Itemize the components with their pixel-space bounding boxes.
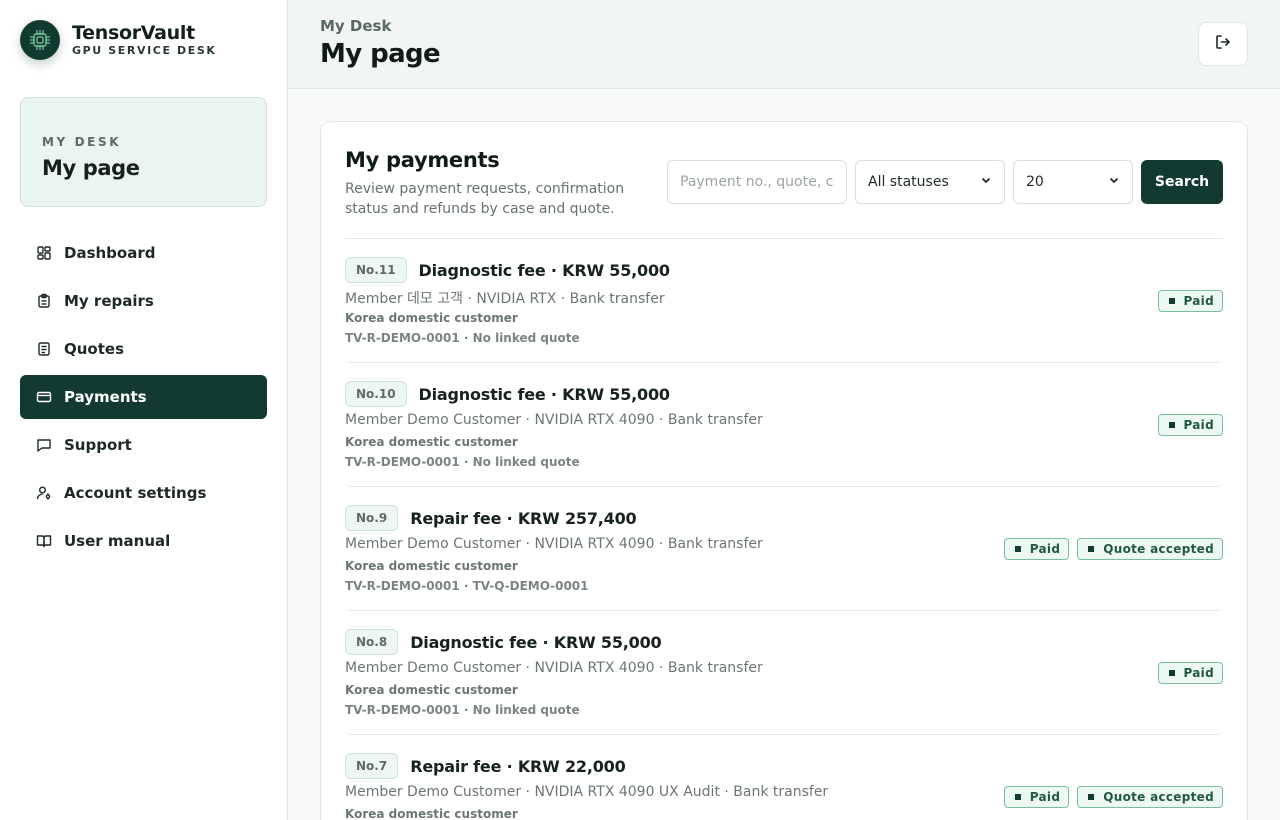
dashboard-icon — [36, 245, 52, 261]
panel-title: My payments — [345, 148, 500, 172]
payment-references: TV-R-DEMO-0001 · No linked quote — [345, 455, 580, 469]
payments-panel: My payments Review payment requests, con… — [320, 121, 1248, 820]
page-title: My page — [320, 39, 441, 69]
payment-title[interactable]: Diagnostic fee · KRW 55,000 — [419, 261, 670, 280]
status-badge: Paid — [1003, 786, 1070, 808]
chat-icon — [36, 437, 52, 453]
status-badge: Paid — [1157, 662, 1223, 684]
sidebar-item-label: Payments — [64, 388, 147, 406]
sidebar-item-account-settings[interactable]: Account settings — [20, 471, 267, 515]
payment-references: TV-R-DEMO-0001 · TV-Q-DEMO-0001 — [345, 579, 589, 593]
payment-references: TV-R-DEMO-0001 · No linked quote — [345, 331, 580, 345]
sidebar-item-label: Account settings — [64, 484, 207, 502]
payment-title[interactable]: Repair fee · KRW 257,400 — [410, 509, 636, 528]
status-badge: Paid — [1003, 538, 1070, 560]
payment-number-badge: No.8 — [345, 629, 399, 655]
book-icon — [36, 533, 52, 549]
status-badge: Paid — [1157, 414, 1223, 436]
payment-row[interactable]: No.7 Repair fee · KRW 22,000 Member Demo… — [345, 735, 1223, 820]
payment-customer-type: Korea domestic customer — [345, 559, 518, 573]
payment-customer-type: Korea domestic customer — [345, 311, 518, 325]
clipboard-icon — [36, 293, 52, 309]
payment-meta: Member Demo Customer · NVIDIA RTX 4090 ·… — [345, 412, 763, 428]
payment-meta: Member Demo Customer · NVIDIA RTX 4090 U… — [345, 784, 829, 800]
brand-subtitle: GPU SERVICE DESK — [72, 44, 217, 57]
payment-customer-type: Korea domestic customer — [345, 807, 518, 820]
credit-card-icon — [36, 389, 52, 405]
sidebar-item-label: Support — [64, 436, 132, 454]
sidebar: TensorVault GPU SERVICE DESK MY DESK My … — [0, 0, 288, 820]
sidebar-item-payments[interactable]: Payments — [20, 375, 267, 419]
payment-title[interactable]: Diagnostic fee · KRW 55,000 — [410, 633, 661, 652]
status-badge-label: Paid — [1183, 294, 1214, 308]
payment-number-badge: No.10 — [345, 381, 407, 407]
payment-meta: Member Demo Customer · NVIDIA RTX 4090 ·… — [345, 536, 763, 552]
payment-list: No.11 Diagnostic fee · KRW 55,000 Member… — [345, 239, 1223, 820]
status-badge-label: Quote accepted — [1103, 542, 1214, 556]
brand[interactable]: TensorVault GPU SERVICE DESK — [20, 20, 216, 60]
payment-number-badge: No.9 — [345, 505, 399, 531]
chip-logo-icon — [20, 20, 60, 60]
topbar: My Desk My page — [288, 0, 1280, 89]
desk-eyebrow: MY DESK — [42, 135, 122, 149]
payment-row[interactable]: No.11 Diagnostic fee · KRW 55,000 Member… — [345, 239, 1223, 363]
payment-meta: Member Demo Customer · NVIDIA RTX 4090 ·… — [345, 660, 763, 676]
status-badge: Quote accepted — [1077, 538, 1223, 560]
status-badge-label: Paid — [1029, 790, 1061, 804]
desk-card: MY DESK My page — [20, 97, 267, 207]
page-size-select-value: 20 — [1026, 174, 1044, 190]
sidebar-item-label: Quotes — [64, 340, 125, 358]
document-icon — [36, 341, 52, 357]
logout-icon — [1214, 33, 1232, 55]
payment-row[interactable]: No.8 Diagnostic fee · KRW 55,000 Member … — [345, 611, 1223, 735]
status-badge-label: Paid — [1183, 418, 1214, 432]
sidebar-item-quotes[interactable]: Quotes — [20, 327, 267, 371]
payment-customer-type: Korea domestic customer — [345, 683, 518, 697]
page-size-select[interactable]: 20 — [1013, 160, 1133, 204]
desk-title: My page — [42, 156, 140, 180]
payment-row[interactable]: No.9 Repair fee · KRW 257,400 Member Dem… — [345, 487, 1223, 611]
status-badge: Quote accepted — [1077, 786, 1223, 808]
status-select[interactable]: All statuses — [855, 160, 1005, 204]
status-badge-label: Paid — [1183, 666, 1214, 680]
sidebar-item-my-repairs[interactable]: My repairs — [20, 279, 267, 323]
sidebar-item-support[interactable]: Support — [20, 423, 267, 467]
brand-name: TensorVault — [72, 22, 195, 44]
status-badge-label: Paid — [1029, 542, 1061, 556]
sidebar-item-label: My repairs — [64, 292, 154, 310]
sidebar-item-user-manual[interactable]: User manual — [20, 519, 267, 563]
payment-title[interactable]: Diagnostic fee · KRW 55,000 — [419, 385, 670, 404]
payment-number-badge: No.11 — [345, 257, 407, 283]
search-input[interactable] — [667, 160, 847, 204]
payment-number-badge: No.7 — [345, 753, 399, 779]
sidebar-item-label: Dashboard — [64, 244, 156, 262]
payment-title[interactable]: Repair fee · KRW 22,000 — [410, 757, 626, 776]
chevron-down-icon — [1108, 174, 1120, 190]
sidebar-item-label: User manual — [64, 532, 171, 550]
logout-button[interactable] — [1198, 22, 1248, 66]
payment-customer-type: Korea domestic customer — [345, 435, 518, 449]
status-badge-label: Quote accepted — [1103, 790, 1214, 804]
sidebar-nav: Dashboard My repairs Quotes Payments Sup… — [20, 231, 267, 567]
status-badge: Paid — [1157, 290, 1223, 312]
chevron-down-icon — [980, 174, 992, 190]
sidebar-item-dashboard[interactable]: Dashboard — [20, 231, 267, 275]
search-button[interactable]: Search — [1141, 160, 1223, 204]
user-settings-icon — [36, 485, 52, 501]
panel-description: Review payment requests, confirmation st… — [345, 181, 625, 217]
status-select-value: All statuses — [868, 174, 949, 190]
payment-row[interactable]: No.10 Diagnostic fee · KRW 55,000 Member… — [345, 363, 1223, 487]
breadcrumb[interactable]: My Desk — [320, 17, 391, 35]
payment-meta: Member 데모 고객 · NVIDIA RTX · Bank transfe… — [345, 291, 665, 307]
payment-references: TV-R-DEMO-0001 · No linked quote — [345, 703, 580, 717]
